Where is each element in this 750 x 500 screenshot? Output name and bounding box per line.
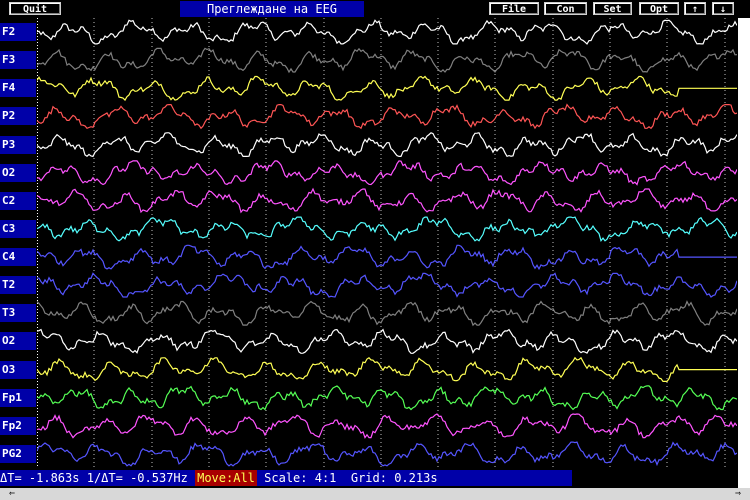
channel-label[interactable]: F3: [0, 51, 36, 70]
eeg-trace: [37, 47, 737, 74]
con-button[interactable]: Con: [544, 2, 587, 15]
channel-labels: F2 F3 F4 P2 P3 O2 C2 C3 C4 T2 T3 O2 O3 Fp1 Fp2 PG2: [0, 18, 36, 468]
channel-label[interactable]: T3: [0, 304, 36, 323]
eeg-trace: [37, 300, 737, 327]
eeg-viewer-window: Quit Преглеждане на EEG File Con Set Opt…: [0, 0, 750, 500]
channel-label[interactable]: C4: [0, 248, 36, 267]
eeg-trace: [37, 272, 737, 298]
vertical-scrollbar[interactable]: [738, 18, 750, 488]
status-bar: ΔT= -1.863s 1/ΔT= -0.537Hz Move:All Scal…: [0, 470, 572, 486]
move-mode-indicator[interactable]: Move:All: [195, 470, 257, 486]
eeg-trace: [37, 328, 737, 354]
eeg-trace: [37, 413, 737, 439]
set-button[interactable]: Set: [593, 2, 632, 15]
channel-label[interactable]: Fp1: [0, 388, 36, 407]
window-title: Преглеждане на EEG: [180, 1, 364, 17]
channel-label[interactable]: PG2: [0, 444, 36, 463]
channel-label[interactable]: C2: [0, 191, 36, 210]
eeg-trace: [37, 75, 737, 102]
channel-label[interactable]: O2: [0, 163, 36, 182]
channel-label[interactable]: T2: [0, 276, 36, 295]
channel-label[interactable]: O3: [0, 360, 36, 379]
file-button[interactable]: File: [489, 2, 539, 15]
scroll-up-button[interactable]: ↑: [684, 2, 706, 15]
delta-t-readout: ΔT= -1.863s: [0, 471, 80, 485]
grid-readout[interactable]: Grid: 0.213s: [351, 470, 438, 486]
eeg-trace: [37, 132, 737, 158]
channel-label[interactable]: P2: [0, 107, 36, 126]
channel-label[interactable]: F4: [0, 79, 36, 98]
eeg-trace: [37, 187, 737, 214]
scroll-left-icon[interactable]: ⇐: [2, 489, 22, 499]
eeg-trace: [37, 216, 737, 243]
eeg-trace: [37, 385, 737, 411]
eeg-trace-plot[interactable]: [37, 18, 737, 468]
channel-label[interactable]: O2: [0, 332, 36, 351]
eeg-trace: [37, 103, 737, 130]
scroll-right-icon[interactable]: ⇒: [728, 489, 748, 499]
channel-label[interactable]: Fp2: [0, 416, 36, 435]
eeg-trace: [37, 160, 737, 186]
channel-label[interactable]: P3: [0, 135, 36, 154]
eeg-trace: [37, 356, 737, 382]
quit-button[interactable]: Quit: [9, 2, 61, 15]
scale-readout[interactable]: Scale: 4:1: [264, 470, 336, 486]
inverse-delta-t-readout: 1/ΔT= -0.537Hz: [86, 471, 188, 485]
scroll-down-button[interactable]: ↓: [712, 2, 734, 15]
channel-label[interactable]: C3: [0, 219, 36, 238]
horizontal-scrollbar[interactable]: ⇐ ⇒: [0, 488, 750, 500]
channel-label[interactable]: F2: [0, 23, 36, 42]
eeg-trace: [37, 244, 737, 271]
eeg-trace: [37, 441, 737, 467]
opt-button[interactable]: Opt: [639, 2, 679, 15]
eeg-trace: [37, 19, 737, 45]
